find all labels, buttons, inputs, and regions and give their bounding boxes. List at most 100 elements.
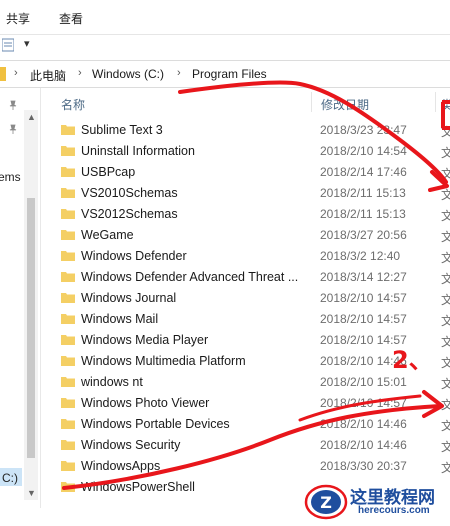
nav-item-partial[interactable]: ems: [0, 170, 21, 184]
quick-access-toolbar: ▾: [0, 35, 450, 57]
file-row[interactable]: USBPcap 2018/2/14 17:46 文: [41, 162, 450, 183]
file-name: VS2010Schemas: [81, 186, 178, 200]
file-row[interactable]: Windows Journal 2018/2/10 14:57 文: [41, 288, 450, 309]
file-type: 文: [441, 230, 450, 244]
scroll-down-icon[interactable]: ▼: [27, 488, 36, 498]
file-modified-date: 2018/3/30 20:37: [320, 459, 407, 473]
file-modified-date: 2018/2/14 17:46: [320, 165, 407, 179]
breadcrumb-drive-c[interactable]: Windows (C:): [92, 67, 164, 81]
folder-icon: [61, 356, 75, 366]
file-row[interactable]: windows nt 2018/2/10 15:01 文: [41, 372, 450, 393]
file-modified-date: 2018/2/11 15:13: [320, 186, 406, 200]
folder-icon: [61, 188, 75, 198]
file-row[interactable]: Windows Multimedia Platform 2018/2/10 14:…: [41, 351, 450, 372]
column-header-type[interactable]: 类: [441, 96, 450, 113]
file-name: Windows Journal: [81, 291, 177, 305]
folder-icon: [61, 335, 75, 345]
folder-icon: [61, 251, 75, 261]
file-name: USBPcap: [81, 165, 136, 179]
properties-icon[interactable]: [2, 38, 14, 52]
file-row[interactable]: Sublime Text 3 2018/3/23 23:47 文: [41, 120, 450, 141]
file-name: Windows Multimedia Platform: [81, 354, 246, 368]
file-modified-date: 2018/3/23 23:47: [320, 123, 407, 137]
file-name: Windows Mail: [81, 312, 159, 326]
folder-icon: [0, 67, 6, 81]
file-modified-date: 2018/3/27 20:56: [320, 228, 407, 242]
breadcrumb-this-pc[interactable]: 此电脑: [30, 67, 66, 84]
file-type: 文: [441, 125, 450, 139]
file-name: Windows Media Player: [81, 333, 209, 347]
file-name: WeGame: [81, 228, 134, 242]
file-name: Windows Security: [81, 438, 181, 452]
folder-icon: [61, 293, 75, 303]
file-type: 文: [441, 146, 450, 160]
file-modified-date: 2018/2/10 14:57: [320, 396, 407, 410]
file-type: 文: [441, 251, 450, 265]
file-type: 文: [441, 419, 450, 433]
file-row[interactable]: Windows Mail 2018/2/10 14:57 文: [41, 309, 450, 330]
file-name: Windows Portable Devices: [81, 417, 230, 431]
file-modified-date: 2018/3/2 12:40: [320, 249, 401, 263]
file-name: Windows Defender Advanced Threat ...: [81, 270, 299, 284]
file-modified-date: 2018/2/10 15:01: [320, 375, 407, 389]
pin-icon[interactable]: [8, 100, 18, 110]
file-row[interactable]: Uninstall Information 2018/2/10 14:54 文: [41, 141, 450, 162]
file-type: 文: [441, 209, 450, 223]
file-type: 文: [441, 440, 450, 454]
folder-icon: [61, 314, 75, 324]
watermark-logo-icon: Z: [304, 484, 348, 520]
tab-view[interactable]: 查看: [59, 10, 83, 27]
watermark-url: herecours.com: [358, 505, 430, 516]
file-row[interactable]: VS2010Schemas 2018/2/11 15:13 文: [41, 183, 450, 204]
address-bar[interactable]: › 此电脑 › Windows (C:) › Program Files: [0, 60, 450, 88]
file-row[interactable]: WindowsApps 2018/3/30 20:37 文: [41, 456, 450, 477]
file-type: 文: [441, 356, 450, 370]
file-name: Uninstall Information: [81, 144, 195, 158]
nav-scrollbar-thumb[interactable]: [27, 198, 35, 458]
tab-share[interactable]: 共享: [6, 10, 30, 27]
column-header-modified[interactable]: 修改日期: [321, 96, 369, 113]
file-name: WindowsApps: [81, 459, 161, 473]
chevron-right-icon: ›: [177, 67, 181, 79]
file-name: Sublime Text 3: [81, 123, 163, 137]
column-header-name[interactable]: 名称: [61, 96, 85, 113]
file-row[interactable]: Windows Photo Viewer 2018/2/10 14:57 文: [41, 393, 450, 414]
folder-icon: [61, 272, 75, 282]
file-list[interactable]: 名称 修改日期 类 Sublime Text 3 2018/3/23 23:47 文…: [41, 88, 450, 526]
file-type: 文: [441, 398, 450, 412]
file-modified-date: 2018/2/10 14:46: [320, 438, 407, 452]
navigation-pane[interactable]: ems ▲ ▼ C:): [0, 88, 41, 508]
file-name: Windows Defender: [81, 249, 187, 263]
chevron-right-icon: ›: [14, 67, 18, 79]
file-type: 文: [441, 272, 450, 286]
folder-icon: [61, 146, 75, 156]
column-separator[interactable]: [311, 92, 312, 112]
folder-icon: [61, 125, 75, 135]
folder-icon: [61, 419, 75, 429]
file-row[interactable]: Windows Portable Devices 2018/2/10 14:46 文: [41, 414, 450, 435]
file-type: 文: [441, 377, 450, 391]
file-row[interactable]: Windows Defender Advanced Threat ... 2018…: [41, 267, 450, 288]
file-name: WindowsPowerShell: [81, 480, 195, 494]
nav-item-drive-c[interactable]: C:): [2, 471, 18, 485]
file-row[interactable]: Windows Security 2018/2/10 14:46 文: [41, 435, 450, 456]
breadcrumb-program-files[interactable]: Program Files: [192, 67, 267, 81]
file-type: 文: [441, 314, 450, 328]
pin-icon[interactable]: [8, 124, 18, 134]
qat-dropdown-icon[interactable]: ▾: [24, 37, 30, 50]
watermark-logo-letter: Z: [320, 493, 332, 512]
column-separator[interactable]: [435, 92, 436, 112]
scroll-up-icon[interactable]: ▲: [27, 112, 36, 122]
folder-icon: [61, 230, 75, 240]
file-row[interactable]: WeGame 2018/3/27 20:56 文: [41, 225, 450, 246]
folder-icon: [61, 440, 75, 450]
file-row[interactable]: Windows Defender 2018/3/2 12:40 文: [41, 246, 450, 267]
chevron-right-icon: ›: [78, 67, 82, 79]
watermark: Z 这里教程网 herecours.com: [304, 480, 450, 524]
file-row[interactable]: VS2012Schemas 2018/2/11 15:13 文: [41, 204, 450, 225]
file-type: 文: [441, 293, 450, 307]
file-type: 文: [441, 335, 450, 349]
file-type: 文: [441, 461, 450, 475]
folder-icon: [61, 461, 75, 471]
file-row[interactable]: Windows Media Player 2018/2/10 14:57 文: [41, 330, 450, 351]
